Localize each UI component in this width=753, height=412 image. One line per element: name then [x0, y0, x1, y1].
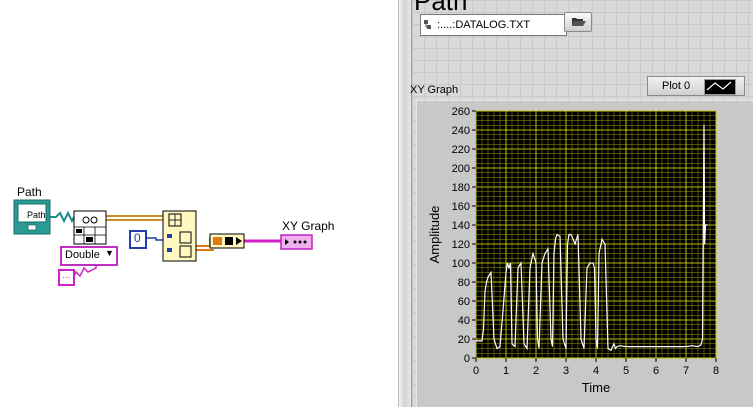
x-tick-label: 7 — [683, 365, 689, 377]
index-wire — [146, 237, 163, 241]
y-tick-label: 200 — [452, 163, 470, 175]
y-tick-label: 100 — [452, 258, 470, 270]
x-tick-label: 4 — [593, 365, 599, 377]
index-array-node[interactable] — [162, 210, 197, 262]
y-tick-label: 80 — [458, 277, 470, 289]
path-input[interactable]: :....:DATALOG.TXT — [420, 14, 567, 36]
delimiter-constant-value: ... — [62, 270, 71, 281]
read-spreadsheet-vi[interactable] — [73, 210, 107, 245]
y-tick-label: 140 — [452, 220, 470, 232]
y-axis-label: Amplitude — [427, 206, 442, 264]
block-diagram: Path Path 0 Double ▼ ... XY Graph — [0, 0, 398, 407]
y-tick-label: 180 — [452, 182, 470, 194]
x-tick-label: 0 — [473, 365, 479, 377]
x-tick-label: 3 — [563, 365, 569, 377]
plot-legend-name: Plot 0 — [662, 80, 691, 92]
block-diagram-canvas — [13, 199, 313, 286]
xy-graph[interactable]: 0 1 2 3 4 5 6 7 8 0 20 40 60 80 100 120 140 160 180 200 220 2… — [416, 100, 753, 407]
y-tick-label: 40 — [458, 315, 470, 327]
y-tick-label: 160 — [452, 201, 470, 213]
output-wire-1 — [196, 237, 211, 247]
path-type-icon — [424, 20, 431, 29]
front-panel: Path :....:DATALOG.TXT Plot 0 XY Graph 0… — [410, 0, 753, 407]
path-terminal-label: Path — [17, 185, 42, 199]
plot-legend[interactable]: Plot 0 — [647, 76, 745, 96]
path-value: :....:DATALOG.TXT — [437, 19, 531, 31]
browse-button[interactable] — [564, 12, 592, 32]
path-wire — [50, 210, 75, 224]
xy-graph-label: XY Graph — [410, 84, 459, 96]
xy-graph-chart: 0 1 2 3 4 5 6 7 80204060801001201401601802002202… — [427, 106, 719, 395]
x-tick-label: 8 — [713, 365, 719, 377]
x-tick-label: 2 — [533, 365, 539, 377]
plot-line-swatch-icon — [704, 79, 736, 95]
chevron-down-icon: ▼ — [105, 248, 114, 258]
panel-splitter[interactable] — [398, 0, 412, 407]
x-tick-label: 1 — [503, 365, 509, 377]
path-terminal-text: Path — [27, 210, 46, 220]
xy-graph-terminal-label: XY Graph — [282, 219, 335, 233]
folder-open-icon — [572, 18, 586, 26]
type-dropdown-value: Double — [65, 249, 100, 261]
xy-graph-terminal[interactable] — [280, 234, 313, 250]
index-constant-value: 0 — [134, 231, 141, 245]
x-tick-label: 5 — [623, 365, 629, 377]
y-tick-label: 120 — [452, 239, 470, 251]
y-tick-label: 260 — [452, 106, 470, 118]
y-tick-label: 220 — [452, 144, 470, 156]
y-tick-label: 20 — [458, 334, 470, 346]
y-tick-label: 60 — [458, 296, 470, 308]
y-tick-label: 240 — [452, 125, 470, 137]
y-tick-label: 0 — [464, 353, 470, 365]
x-axis-label: Time — [582, 380, 610, 395]
x-tick-label: 6 — [653, 365, 659, 377]
bundle-node[interactable] — [209, 233, 245, 249]
